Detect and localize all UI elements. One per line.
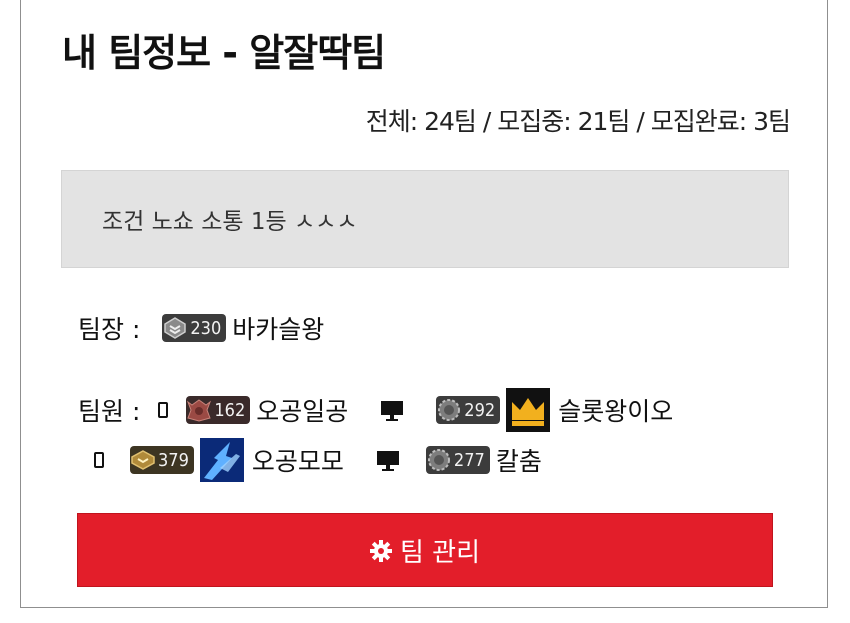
member-name[interactable]: 칼춤 xyxy=(496,442,542,478)
leader-row: 팀장 : 230 바카슬왕 xyxy=(78,310,324,346)
team-stats: 전체: 24팀 / 모집중: 21팀 / 모집완료: 3팀 xyxy=(365,107,791,136)
page-title: 내 팀정보 - 알잘딱팀 xyxy=(62,31,386,75)
level-badge: 292 xyxy=(436,396,501,424)
monitor-icon xyxy=(380,399,404,421)
team-manage-label: 팀 관리 xyxy=(399,537,481,568)
members-row-1: 팀원 : 162 오공일공 292 슬롯왕이오 xyxy=(78,388,673,432)
level-badge: 230 xyxy=(162,314,227,342)
crown-avatar xyxy=(506,388,551,432)
rank-emblem-icon xyxy=(426,446,452,474)
rank-emblem-icon xyxy=(162,314,188,342)
member-name[interactable]: 오공모모 xyxy=(252,442,344,478)
level-badge: 379 xyxy=(130,446,194,474)
leader-name[interactable]: 바카슬왕 xyxy=(232,310,324,346)
member-level: 379 xyxy=(158,449,189,471)
member-level: 292 xyxy=(464,399,496,421)
member-level: 162 xyxy=(214,399,246,421)
level-badge: 277 xyxy=(425,446,490,474)
mobile-icon xyxy=(158,402,169,418)
blue-energy-avatar xyxy=(199,438,244,482)
monitor-icon xyxy=(376,449,400,471)
rank-emblem-icon xyxy=(436,396,462,424)
gear-icon xyxy=(369,539,392,562)
leader-label: 팀장 : xyxy=(78,315,141,344)
rank-emblem-icon xyxy=(130,446,156,474)
leader-level: 230 xyxy=(190,317,222,339)
team-manage-button[interactable]: 팀 관리 xyxy=(77,513,773,587)
member-name[interactable]: 슬롯왕이오 xyxy=(558,392,673,428)
members-row-2: 379 오공모모 277 칼춤 xyxy=(94,438,542,482)
members-label: 팀원 : xyxy=(78,397,141,426)
team-description: 조건 노쇼 소통 1등 ㅅㅅㅅ xyxy=(102,209,358,235)
level-badge: 162 xyxy=(186,396,251,424)
member-level: 277 xyxy=(453,449,485,471)
rank-emblem-icon xyxy=(186,396,212,424)
team-description-box: 조건 노쇼 소통 1등 ㅅㅅㅅ xyxy=(61,170,789,268)
mobile-icon xyxy=(94,452,104,468)
member-name[interactable]: 오공일공 xyxy=(256,392,348,428)
